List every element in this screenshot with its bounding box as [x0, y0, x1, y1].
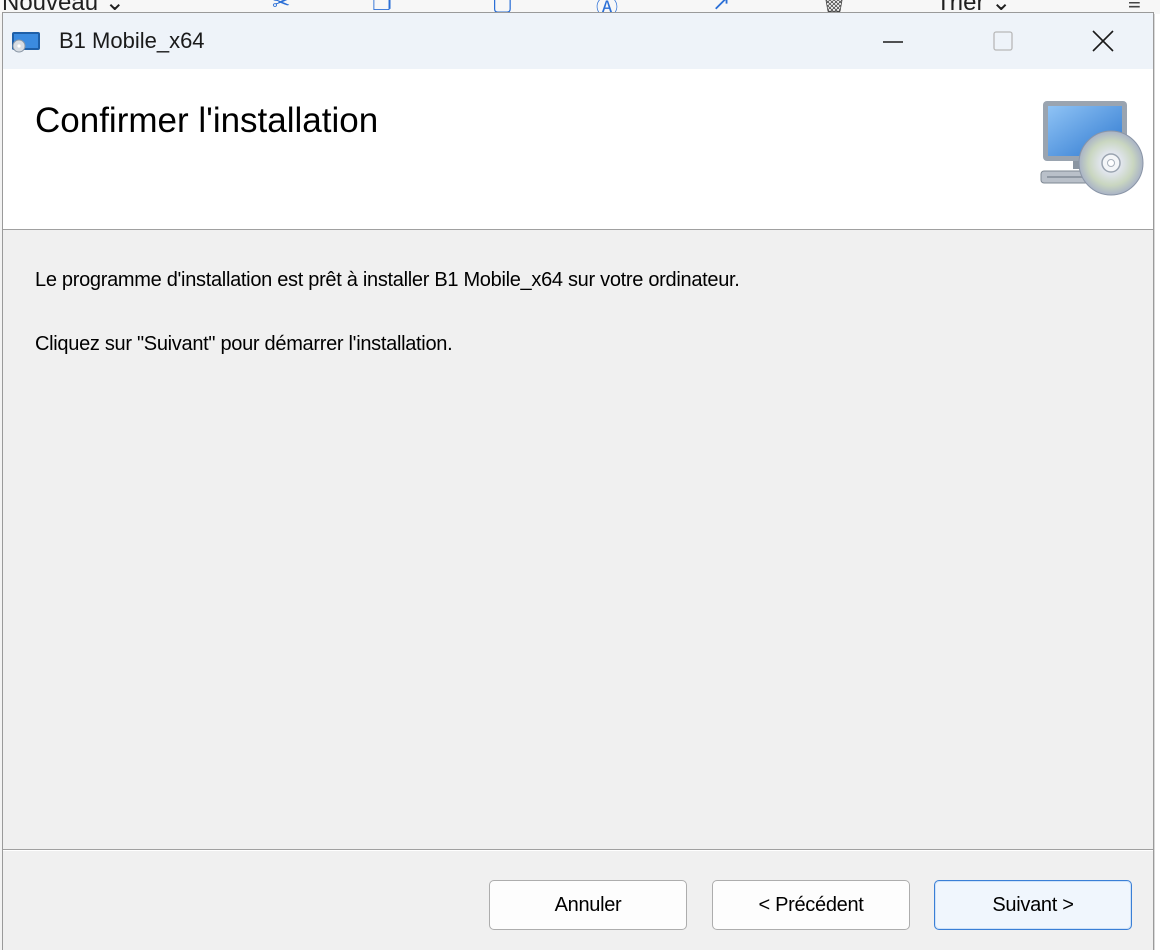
title-bar[interactable]: B1 Mobile_x64 — [3, 13, 1153, 69]
maximize-icon — [993, 31, 1013, 51]
computer-cd-icon — [1040, 101, 1144, 196]
previous-button[interactable]: < Précédent — [712, 880, 910, 930]
maximize-button[interactable] — [968, 13, 1038, 69]
installer-window: B1 Mobile_x64 Confirmer l'installation L… — [2, 12, 1154, 950]
footer-divider — [3, 849, 1153, 851]
cancel-button[interactable]: Annuler — [489, 880, 687, 930]
instruction-message: Cliquez sur "Suivant" pour démarrer l'in… — [35, 333, 453, 355]
minimize-button[interactable] — [858, 13, 928, 69]
close-button[interactable] — [1068, 13, 1138, 69]
window-title: B1 Mobile_x64 — [59, 28, 205, 53]
dialog-content: Le programme d'installation est prêt à i… — [3, 230, 1153, 848]
installer-app-icon — [12, 32, 40, 53]
page-title: Confirmer l'installation — [35, 101, 379, 140]
background-window-edge — [1154, 14, 1160, 950]
dialog-header: Confirmer l'installation — [3, 69, 1153, 230]
next-button[interactable]: Suivant > — [934, 880, 1132, 930]
close-icon — [1092, 30, 1114, 52]
minimize-icon — [883, 41, 903, 43]
ready-message: Le programme d'installation est prêt à i… — [35, 269, 740, 291]
